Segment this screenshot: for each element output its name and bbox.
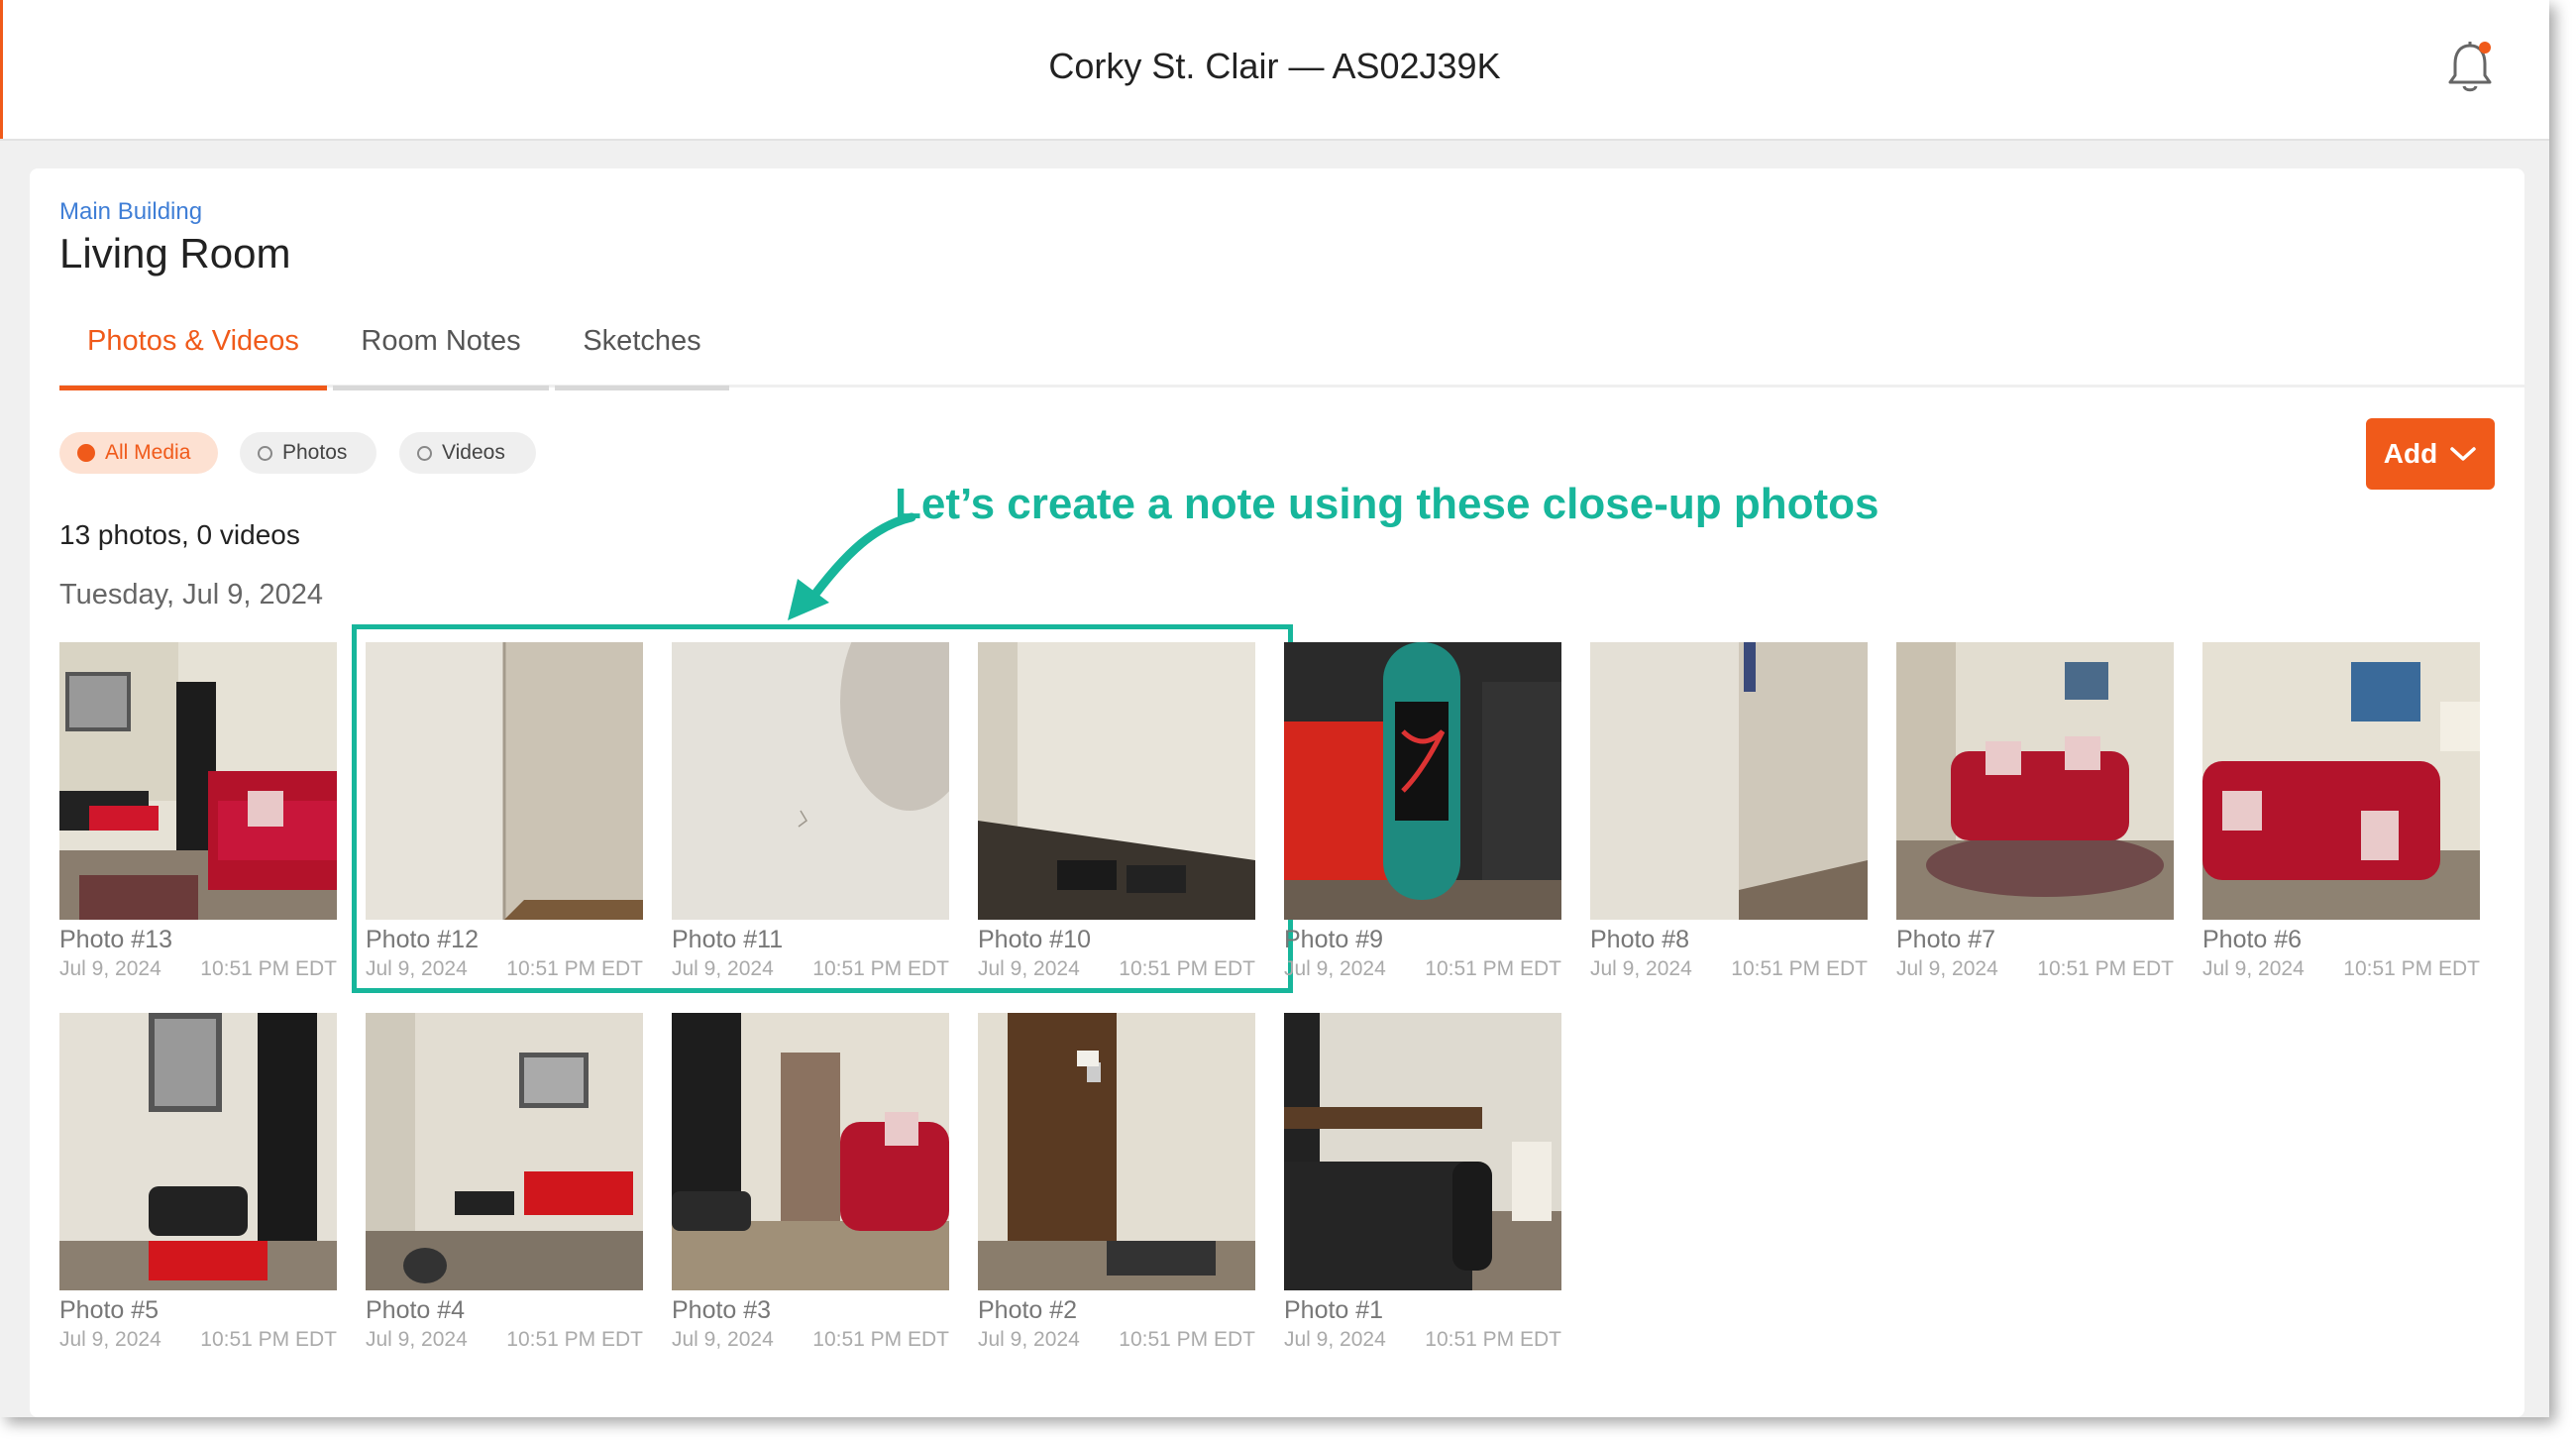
photo-date: Jul 9, 2024	[1284, 957, 1386, 980]
photo-time: 10:51 PM EDT	[812, 1328, 949, 1351]
page-title: Living Room	[59, 230, 291, 277]
annotation-text: Let’s create a note using these close-up…	[895, 480, 1879, 528]
photo-time: 10:51 PM EDT	[812, 957, 949, 980]
photo-title: Photo #5	[59, 1296, 160, 1324]
photo-date: Jul 9, 2024	[2202, 957, 2305, 980]
tab-photos-videos[interactable]: Photos & Videos	[59, 325, 327, 390]
notification-dot	[2479, 42, 2491, 54]
photo-title: Photo #13	[59, 926, 172, 953]
photo-thumbnail[interactable]	[366, 1013, 643, 1290]
photo-date: Jul 9, 2024	[978, 1328, 1080, 1351]
photo-card[interactable]: Photo #11 Jul 9, 2024 10:51 PM EDT	[672, 642, 949, 980]
tab-label: Photos & Videos	[87, 325, 299, 357]
photo-time: 10:51 PM EDT	[506, 1328, 643, 1351]
photo-time: 10:51 PM EDT	[1425, 1328, 1561, 1351]
radio-selected-icon	[77, 444, 95, 462]
photo-card[interactable]: Photo #10 Jul 9, 2024 10:51 PM EDT	[978, 642, 1255, 980]
radio-icon	[258, 445, 272, 461]
photo-title: Photo #7	[1896, 926, 1996, 953]
photo-time: 10:51 PM EDT	[506, 957, 643, 980]
photo-title: Photo #12	[366, 926, 479, 953]
photo-card[interactable]: Photo #13 Jul 9, 2024 10:51 PM EDT	[59, 642, 337, 980]
photo-date: Jul 9, 2024	[672, 957, 774, 980]
photo-date: Jul 9, 2024	[672, 1328, 774, 1351]
add-button-label: Add	[2383, 438, 2438, 469]
photo-card[interactable]: Photo #1 Jul 9, 2024 10:51 PM EDT	[1284, 1013, 1561, 1351]
photo-thumbnail[interactable]	[1284, 642, 1561, 920]
tab-underline	[555, 386, 729, 390]
app-window: Corky St. Clair — AS02J39K Main Building…	[0, 0, 2549, 1417]
photo-date: Jul 9, 2024	[59, 1328, 161, 1351]
photo-title: Photo #2	[978, 1296, 1078, 1324]
top-bar: Corky St. Clair — AS02J39K	[0, 0, 2549, 141]
photo-time: 10:51 PM EDT	[2343, 957, 2480, 980]
photo-title: Photo #3	[672, 1296, 772, 1324]
photo-date: Jul 9, 2024	[978, 957, 1080, 980]
chevron-down-icon	[2450, 447, 2476, 461]
photo-thumbnail[interactable]	[672, 1013, 949, 1290]
photo-date: Jul 9, 2024	[366, 1328, 468, 1351]
photo-thumbnail[interactable]	[2202, 642, 2480, 920]
photo-thumbnail[interactable]	[672, 642, 949, 920]
photo-time: 10:51 PM EDT	[1731, 957, 1868, 980]
photo-date: Jul 9, 2024	[59, 957, 161, 980]
photo-date: Jul 9, 2024	[1896, 957, 1998, 980]
filter-all-media[interactable]: All Media	[59, 432, 218, 474]
tab-label: Room Notes	[361, 325, 521, 357]
photo-thumbnail[interactable]	[1896, 642, 2174, 920]
photo-date: Jul 9, 2024	[1590, 957, 1692, 980]
tab-label: Sketches	[583, 325, 701, 357]
photo-card[interactable]: Photo #3 Jul 9, 2024 10:51 PM EDT	[672, 1013, 949, 1351]
inspection-title: Corky St. Clair — AS02J39K	[1048, 46, 1501, 86]
breadcrumb[interactable]: Main Building	[59, 198, 202, 226]
photo-title: Photo #11	[672, 926, 784, 953]
photo-date: Jul 9, 2024	[366, 957, 468, 980]
photo-time: 10:51 PM EDT	[1119, 957, 1255, 980]
photo-time: 10:51 PM EDT	[200, 957, 337, 980]
photo-thumbnail[interactable]	[1590, 642, 1868, 920]
photo-card[interactable]: Photo #5 Jul 9, 2024 10:51 PM EDT	[59, 1013, 337, 1351]
photo-card[interactable]: Photo #8 Jul 9, 2024 10:51 PM EDT	[1590, 642, 1868, 980]
tab-underline	[333, 386, 549, 390]
photo-thumbnail[interactable]	[1284, 1013, 1561, 1290]
photo-title: Photo #4	[366, 1296, 466, 1324]
photo-title: Photo #6	[2202, 926, 2303, 953]
photo-time: 10:51 PM EDT	[1119, 1328, 1255, 1351]
photo-title: Photo #9	[1284, 926, 1384, 953]
media-count: 13 photos, 0 videos	[59, 519, 300, 550]
photo-thumbnail[interactable]	[59, 1013, 337, 1290]
add-button[interactable]: Add	[2366, 418, 2495, 490]
annotation-arrow-icon	[788, 512, 916, 620]
photo-card[interactable]: Photo #4 Jul 9, 2024 10:51 PM EDT	[366, 1013, 643, 1351]
photo-card[interactable]: Photo #12 Jul 9, 2024 10:51 PM EDT	[366, 642, 643, 980]
filter-photos[interactable]: Photos	[240, 432, 376, 474]
filter-label: Videos	[442, 441, 505, 464]
filter-label: Photos	[282, 441, 348, 464]
tab-sketches[interactable]: Sketches	[555, 325, 729, 390]
photo-title: Photo #10	[978, 926, 1091, 953]
photo-date: Jul 9, 2024	[1284, 1328, 1386, 1351]
photo-title: Photo #8	[1590, 926, 1690, 953]
photo-thumbnail[interactable]	[978, 1013, 1255, 1290]
date-group-heading: Tuesday, Jul 9, 2024	[59, 579, 323, 610]
radio-icon	[417, 445, 432, 461]
room-card: Main Building Living Room Photos & Video…	[30, 168, 2526, 1417]
photo-card[interactable]: Photo #2 Jul 9, 2024 10:51 PM EDT	[978, 1013, 1255, 1351]
photo-card[interactable]: Photo #9 Jul 9, 2024 10:51 PM EDT	[1284, 642, 1561, 980]
accent-edge	[0, 0, 3, 139]
tab-room-notes[interactable]: Room Notes	[333, 325, 549, 390]
photo-thumbnail[interactable]	[366, 642, 643, 920]
photo-time: 10:51 PM EDT	[2037, 957, 2174, 980]
photo-time: 10:51 PM EDT	[1425, 957, 1561, 980]
photo-thumbnail[interactable]	[59, 642, 337, 920]
filter-label: All Media	[105, 441, 191, 464]
photo-card[interactable]: Photo #6 Jul 9, 2024 10:51 PM EDT	[2202, 642, 2480, 980]
photo-card[interactable]: Photo #7 Jul 9, 2024 10:51 PM EDT	[1896, 642, 2174, 980]
filter-videos[interactable]: Videos	[399, 432, 536, 474]
photo-title: Photo #1	[1284, 1296, 1384, 1324]
tab-underline	[59, 386, 327, 390]
photo-time: 10:51 PM EDT	[200, 1328, 337, 1351]
photo-thumbnail[interactable]	[978, 642, 1255, 920]
